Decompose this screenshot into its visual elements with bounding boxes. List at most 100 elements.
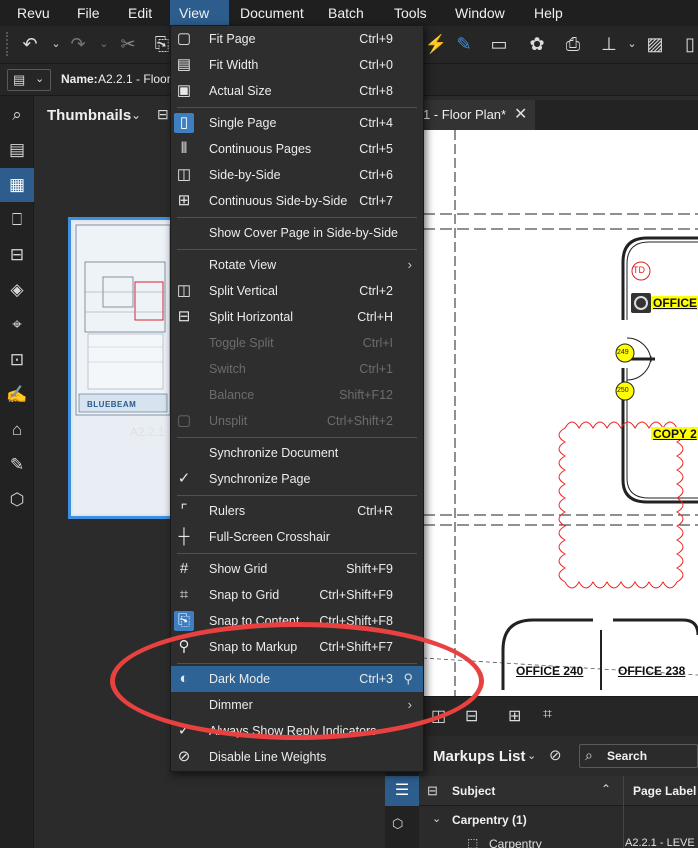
line-weights-icon: ⊘ <box>177 748 191 765</box>
properties-icon[interactable]: ⌂ <box>0 413 34 447</box>
menu-batch[interactable]: Batch <box>319 0 373 26</box>
menu-item-snap-to-grid[interactable]: ⌗ Snap to Grid Ctrl+Shift+F9 <box>171 582 423 608</box>
thumbnails-title[interactable]: Thumbnails <box>47 107 131 124</box>
menu-item-split-horizontal[interactable]: ⊟ Split Horizontal Ctrl+H <box>171 304 423 330</box>
sort-up-icon[interactable]: ⌃ <box>601 782 611 796</box>
markups-dropdown-icon[interactable]: ⌄ <box>527 749 536 762</box>
markups-search-label: Search <box>607 749 648 763</box>
menu-revu[interactable]: Revu <box>8 0 59 26</box>
markup-item-carpentry[interactable]: Carpentry <box>489 837 542 848</box>
menu-item-fit-width[interactable]: ▤ Fit Width Ctrl+0 <box>171 52 423 78</box>
file-access-icon[interactable]: ▤ <box>0 133 34 167</box>
bookmarks-icon[interactable]: ⎕ <box>0 203 34 237</box>
menu-separator <box>177 437 417 438</box>
bluebeam-logo-text: BLUEBEAM <box>87 400 137 409</box>
document-tab[interactable]: 1 - Floor Plan* ✕ <box>423 100 535 130</box>
3d-icon[interactable]: ⬡ <box>392 816 403 832</box>
stamp-tool-icon[interactable]: ⊥ <box>597 32 621 56</box>
menu-help[interactable]: Help <box>525 0 572 26</box>
new-page-icon[interactable]: ⊞ <box>508 706 521 726</box>
split-horizontal-icon[interactable]: ⊟ <box>465 706 478 726</box>
menu-item-full-screen-crosshair[interactable]: ┼ Full-Screen Crosshair <box>171 524 423 550</box>
menu-file[interactable]: File <box>68 0 109 26</box>
textbox-tool-icon[interactable]: ▭ <box>487 32 511 56</box>
hide-icon[interactable]: ⊘ <box>549 746 562 764</box>
thumbnails-dropdown-icon[interactable]: ⌄ <box>131 108 141 122</box>
more-tool-icon[interactable]: ▯ <box>678 32 698 56</box>
menu-item-side-by-side[interactable]: ◫ Side-by-Side Ctrl+6 <box>171 162 423 188</box>
drawing-canvas[interactable]: TD 249 250 OFFICE COPY 2 OFFICE 240 OFFI… <box>423 130 698 696</box>
document-icon: ▤ <box>13 72 26 87</box>
chevron-down-icon[interactable]: ⌄ <box>432 812 441 825</box>
cut-icon[interactable]: ✂ <box>116 32 140 56</box>
tag-250: 250 <box>617 387 629 394</box>
undo-dropdown-icon[interactable]: ⌄ <box>44 32 68 56</box>
cloud-tool-icon[interactable]: ✿ <box>525 32 549 56</box>
side-by-side-icon: ◫ <box>176 166 192 183</box>
chevron-down-icon: ⌄ <box>35 73 45 85</box>
room-label-office-240: OFFICE 240 <box>516 664 584 678</box>
thumbnail-options-icon[interactable]: ⊟ <box>157 106 169 123</box>
menu-item-actual-size[interactable]: ▣ Actual Size Ctrl+8 <box>171 78 423 104</box>
signatures-icon[interactable]: ✍ <box>0 378 34 412</box>
markup-group-carpentry[interactable]: Carpentry (1) <box>452 813 527 827</box>
continuous-side-by-side-icon: ⊞ <box>177 192 191 209</box>
collapse-all-icon[interactable]: ⊟ <box>427 783 438 799</box>
undo-icon[interactable]: ↶ <box>18 32 42 56</box>
menu-item-show-grid[interactable]: # Show Grid Shift+F9 <box>171 556 423 582</box>
search-icon[interactable]: ⌕ <box>0 98 34 132</box>
callout-tool-icon[interactable]: ⎙ <box>561 32 585 56</box>
menu-view[interactable]: View <box>170 0 229 26</box>
thumbnails-icon[interactable]: ▦ <box>0 168 34 202</box>
menu-item-show-cover-page[interactable]: Show Cover Page in Side-by-Side <box>171 220 423 246</box>
menu-item-split-vertical[interactable]: ◫ Split Vertical Ctrl+2 <box>171 278 423 304</box>
stamp-dropdown-icon[interactable]: ⌄ <box>620 32 644 56</box>
page-thumbnail[interactable]: BLUEBEAM <box>68 217 176 519</box>
menu-tools[interactable]: Tools <box>385 0 436 26</box>
snap-grid-icon: ⌗ <box>179 586 189 603</box>
menu-separator <box>177 249 417 250</box>
column-header-subject[interactable]: Subject <box>452 784 495 798</box>
td-tag: TD <box>633 265 645 275</box>
markups-list-title[interactable]: Markups List <box>433 748 526 765</box>
highlight-tool-icon[interactable]: ⚡ <box>424 32 448 56</box>
places-icon[interactable]: ⌖ <box>0 308 34 342</box>
menu-document[interactable]: Document <box>231 0 313 26</box>
rulers-icon: ⌜ <box>180 502 188 519</box>
close-icon[interactable]: ✕ <box>514 100 527 130</box>
red-highlight-ellipse <box>110 622 484 740</box>
checkmark-icon: ✓ <box>177 470 191 487</box>
menu-item-rulers[interactable]: ⌜ Rulers Ctrl+R <box>171 498 423 524</box>
page-setup-icon[interactable]: ⌗ <box>543 706 552 724</box>
redo-dropdown-icon[interactable]: ⌄ <box>92 32 116 56</box>
menu-item-rotate-view[interactable]: Rotate View › <box>171 252 423 278</box>
redo-icon[interactable]: ↷ <box>66 32 90 56</box>
menu-edit[interactable]: Edit <box>119 0 161 26</box>
spaces-icon[interactable]: ⊡ <box>0 343 34 377</box>
layers-icon[interactable]: ◈ <box>0 273 34 307</box>
split-horizontal-icon: ⊟ <box>177 308 191 325</box>
column-header-page-label[interactable]: Page Label <box>633 784 696 798</box>
menu-item-continuous-side-by-side[interactable]: ⊞ Continuous Side-by-Side Ctrl+7 <box>171 188 423 214</box>
search-icon: ⌕ <box>585 747 593 763</box>
toolchest-icon[interactable]: ⊟ <box>0 238 34 272</box>
menu-separator <box>177 495 417 496</box>
image-tool-icon[interactable]: ▨ <box>643 32 667 56</box>
3d-models-icon[interactable]: ⬡ <box>0 483 34 517</box>
menu-item-single-page[interactable]: ▯ Single Page Ctrl+4 <box>171 110 423 136</box>
menu-window[interactable]: Window <box>446 0 514 26</box>
document-menu-button[interactable]: ▤ ⌄ <box>7 69 51 91</box>
menu-item-toggle-split: Toggle Split Ctrl+I <box>209 336 393 350</box>
menu-item-fit-page[interactable]: ▢ Fit Page Ctrl+9 <box>171 26 423 52</box>
menu-item-synchronize-document[interactable]: Synchronize Document <box>171 440 423 466</box>
markups-list-icon[interactable]: ☰ <box>385 776 419 806</box>
pen-tool-icon[interactable]: ✎ <box>452 32 476 56</box>
menu-item-balance: Balance Shift+F12 <box>209 388 393 402</box>
menu-item-disable-line-weights[interactable]: ⊘ Disable Line Weights <box>171 744 423 770</box>
forms-icon[interactable]: ✎ <box>0 448 34 482</box>
menu-separator <box>177 553 417 554</box>
chevron-right-icon: › <box>407 257 412 272</box>
menu-item-continuous-pages[interactable]: ⫴ Continuous Pages Ctrl+5 <box>171 136 423 162</box>
menu-item-synchronize-page[interactable]: ✓ Synchronize Page <box>171 466 423 492</box>
name-value[interactable]: A2.2.1 - Floor <box>98 72 171 86</box>
